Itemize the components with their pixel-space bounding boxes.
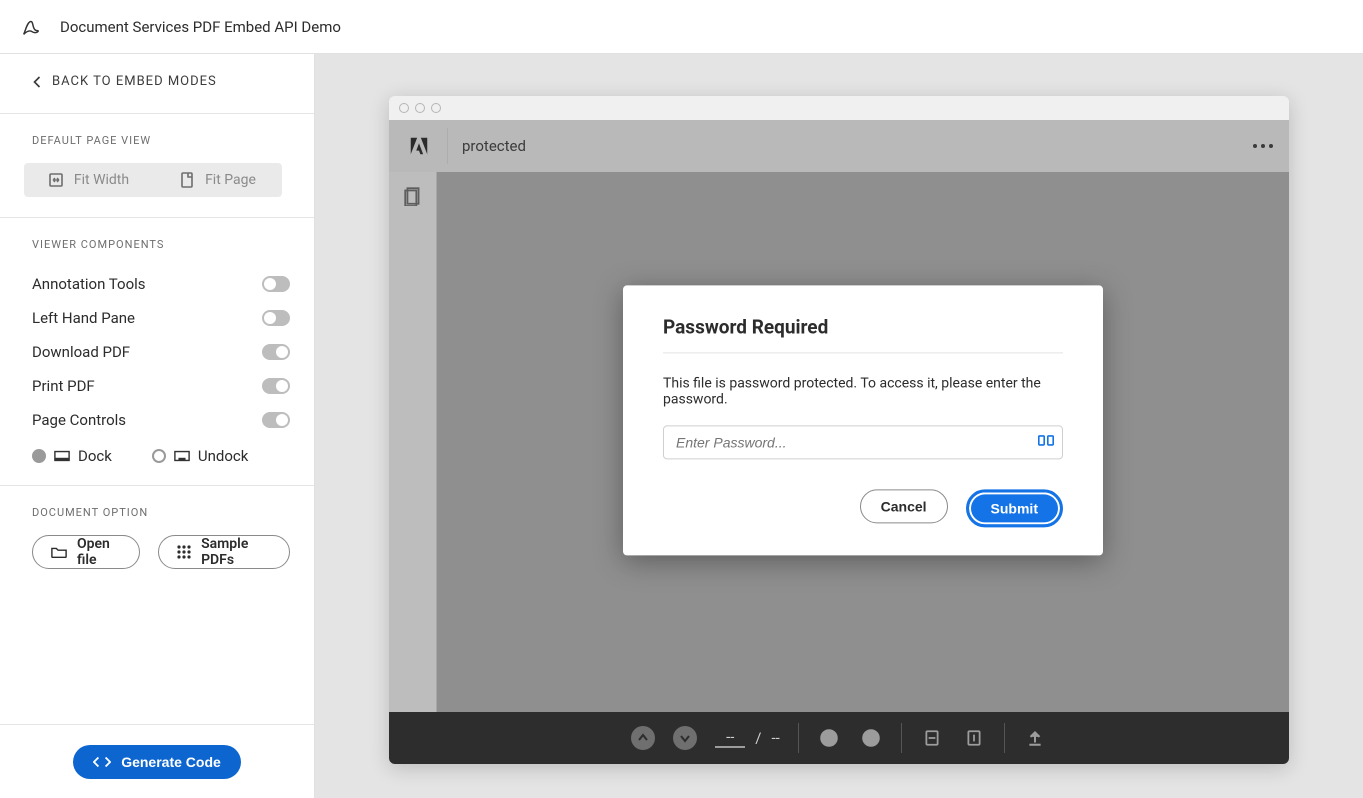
adobe-logo-icon	[405, 132, 433, 160]
modal-title: Password Required	[663, 315, 1063, 338]
acrobat-logo-icon	[20, 16, 42, 38]
cancel-button[interactable]: Cancel	[860, 489, 948, 523]
dock-radio[interactable]: Dock	[32, 447, 112, 465]
traffic-light-close-icon	[399, 103, 409, 113]
vc-annotation-toggle[interactable]	[262, 276, 290, 292]
preview-canvas: protected Password Required This file is…	[315, 54, 1363, 798]
vc-download-toggle[interactable]	[262, 344, 290, 360]
document-name: protected	[462, 137, 526, 155]
vc-lefthand-label: Left Hand Pane	[32, 309, 135, 327]
folder-open-icon	[51, 545, 67, 559]
sample-pdfs-button[interactable]: Sample PDFs	[158, 535, 290, 569]
section-title-viewer: VIEWER COMPONENTS	[32, 238, 290, 251]
radio-selected-icon	[32, 449, 46, 463]
viewer-header: protected	[389, 120, 1289, 172]
page-indicator: -- / --	[715, 728, 780, 748]
zoom-in-button[interactable]	[859, 726, 883, 750]
fit-width-button[interactable]: Fit Width	[24, 163, 153, 197]
generate-code-button[interactable]: Generate Code	[73, 745, 241, 779]
zoom-out-button[interactable]	[817, 726, 841, 750]
grid-icon	[177, 545, 191, 559]
section-title-page-view: DEFAULT PAGE VIEW	[32, 134, 290, 147]
code-icon	[93, 755, 111, 769]
back-to-embed-modes[interactable]: BACK TO EMBED MODES	[0, 54, 314, 113]
fit-page-icon	[179, 172, 195, 188]
page-current-input[interactable]: --	[715, 728, 745, 748]
vc-annotation-label: Annotation Tools	[32, 275, 146, 293]
fit-page-tool-button[interactable]	[962, 726, 986, 750]
submit-button[interactable]: Submit	[966, 489, 1063, 527]
fit-width-label: Fit Width	[74, 172, 129, 188]
more-menu-button[interactable]	[1253, 144, 1273, 148]
section-title-doc: DOCUMENT OPTION	[32, 506, 290, 519]
dock-icon	[54, 450, 70, 462]
password-modal: Password Required This file is password …	[623, 285, 1103, 555]
radio-unselected-icon	[152, 449, 166, 463]
page-up-button[interactable]	[631, 726, 655, 750]
page-sep: /	[755, 729, 761, 747]
mac-titlebar	[389, 96, 1289, 120]
page-total: --	[771, 729, 779, 747]
undock-tool-button[interactable]	[1023, 726, 1047, 750]
thumbnails-icon[interactable]	[403, 186, 423, 206]
undock-icon	[174, 450, 190, 462]
fit-page-label: Fit Page	[205, 172, 256, 188]
vc-download-label: Download PDF	[32, 343, 130, 361]
undock-radio[interactable]: Undock	[152, 447, 248, 465]
page-down-button[interactable]	[673, 726, 697, 750]
page-view-segmented: Fit Width Fit Page	[24, 163, 282, 197]
open-file-button[interactable]: Open file	[32, 535, 140, 569]
fit-page-button[interactable]: Fit Page	[153, 163, 282, 197]
traffic-light-min-icon	[415, 103, 425, 113]
vc-print-toggle[interactable]	[262, 378, 290, 394]
back-label: BACK TO EMBED MODES	[52, 74, 217, 89]
fit-width-icon	[48, 172, 64, 188]
viewer-left-rail	[389, 172, 437, 712]
vc-pagectrl-label: Page Controls	[32, 411, 126, 429]
password-input[interactable]	[663, 425, 1063, 459]
page-controls-bar: -- / --	[389, 712, 1289, 764]
vc-lefthand-toggle[interactable]	[262, 310, 290, 326]
preview-window: protected Password Required This file is…	[389, 96, 1289, 764]
pdf-area: Password Required This file is password …	[437, 172, 1289, 712]
traffic-light-max-icon	[431, 103, 441, 113]
generate-code-label: Generate Code	[121, 754, 221, 770]
page-title: Document Services PDF Embed API Demo	[60, 18, 341, 36]
sample-pdfs-label: Sample PDFs	[201, 536, 271, 568]
undock-label: Undock	[198, 447, 248, 465]
open-file-label: Open file	[77, 536, 121, 568]
vc-pagectrl-toggle[interactable]	[262, 412, 290, 428]
sidebar: BACK TO EMBED MODES DEFAULT PAGE VIEW Fi…	[0, 54, 315, 798]
modal-message: This file is password protected. To acce…	[663, 375, 1063, 407]
vc-print-label: Print PDF	[32, 377, 95, 395]
dock-label: Dock	[78, 447, 112, 465]
show-password-icon[interactable]	[1037, 433, 1055, 451]
chevron-left-icon	[32, 75, 42, 89]
fit-width-tool-button[interactable]	[920, 726, 944, 750]
